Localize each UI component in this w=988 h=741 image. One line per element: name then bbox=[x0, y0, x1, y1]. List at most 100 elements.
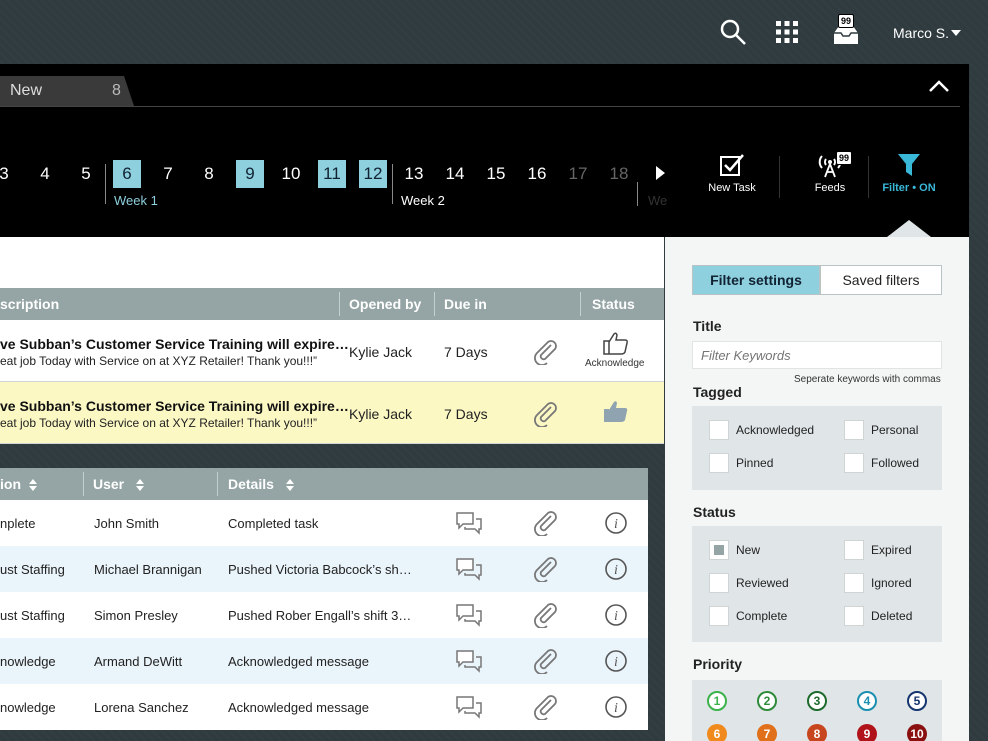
chevron-up-icon[interactable] bbox=[928, 78, 950, 94]
priority-4-toggle[interactable]: 4 bbox=[857, 691, 877, 711]
paperclip-icon[interactable] bbox=[531, 399, 559, 427]
calendar-day[interactable]: 14 bbox=[441, 160, 469, 188]
search-icon[interactable] bbox=[718, 17, 748, 47]
status-label: Ignored bbox=[871, 576, 912, 590]
col-user-label: User bbox=[93, 476, 125, 492]
priority-9-toggle[interactable]: 9 bbox=[857, 724, 877, 741]
col-description[interactable]: scription bbox=[0, 296, 59, 312]
calendar-day[interactable]: 11 bbox=[318, 160, 346, 188]
comments-icon[interactable] bbox=[455, 694, 483, 720]
priority-1-toggle[interactable]: 1 bbox=[707, 691, 727, 711]
calendar-day[interactable]: 9 bbox=[236, 160, 264, 188]
paperclip-icon[interactable] bbox=[531, 554, 559, 582]
week-2-label: Week 2 bbox=[401, 193, 445, 208]
calendar-day[interactable]: 4 bbox=[31, 160, 59, 188]
tab-filter-settings[interactable]: Filter settings bbox=[692, 265, 820, 295]
calendar-day[interactable]: 10 bbox=[277, 160, 305, 188]
tab-saved-filters[interactable]: Saved filters bbox=[820, 265, 942, 295]
sort-icon[interactable] bbox=[29, 479, 37, 492]
col-due-in[interactable]: Due in bbox=[444, 296, 487, 312]
col-status[interactable]: Status bbox=[592, 296, 635, 312]
status-label: New bbox=[736, 543, 761, 557]
calendar-day[interactable]: 17 bbox=[564, 160, 592, 188]
calendar-day[interactable]: 3 bbox=[0, 160, 18, 188]
priority-7-toggle[interactable]: 7 bbox=[757, 724, 777, 741]
paperclip-icon[interactable] bbox=[531, 337, 559, 365]
info-icon[interactable]: i bbox=[604, 603, 628, 627]
acknowledge-label: Acknowledge bbox=[585, 358, 645, 369]
col-action[interactable]: ion bbox=[0, 476, 37, 492]
activity-row[interactable]: nowledge Armand DeWitt Acknowledged messag… bbox=[0, 638, 648, 684]
task-row[interactable]: ve Subban’s Customer Service Training wi… bbox=[0, 320, 664, 382]
thumbs-up-filled-icon[interactable] bbox=[602, 398, 630, 424]
calendar-day[interactable]: 5 bbox=[72, 160, 100, 188]
filter-button[interactable]: Filter • ON bbox=[880, 152, 938, 194]
comments-icon[interactable] bbox=[455, 510, 483, 536]
info-icon[interactable]: i bbox=[604, 649, 628, 673]
activity-row[interactable]: nplete John Smith Completed task i bbox=[0, 500, 648, 546]
chevron-down-icon[interactable] bbox=[951, 30, 961, 36]
tasks-table-header: scription Opened by Due in Status bbox=[0, 288, 664, 320]
priority-3-toggle[interactable]: 3 bbox=[807, 691, 827, 711]
filter-funnel-icon bbox=[898, 154, 920, 176]
task-row[interactable]: ve Subban’s Customer Service Training wi… bbox=[0, 382, 664, 444]
info-icon[interactable]: i bbox=[604, 695, 628, 719]
status-checkbox[interactable] bbox=[709, 540, 729, 560]
calendar-day[interactable]: 18 bbox=[605, 160, 633, 188]
tagged-checkbox[interactable] bbox=[844, 420, 864, 440]
thumbs-up-icon[interactable] bbox=[602, 330, 630, 356]
calendar-day[interactable]: 8 bbox=[195, 160, 223, 188]
calendar-day[interactable]: 7 bbox=[154, 160, 182, 188]
paperclip-icon[interactable] bbox=[531, 508, 559, 536]
activity-row[interactable]: nowledge Lorena Sanchez Acknowledged messa… bbox=[0, 684, 648, 730]
calendar-day[interactable]: 16 bbox=[523, 160, 551, 188]
activity-action: nowledge bbox=[0, 700, 56, 715]
tagged-label: Followed bbox=[871, 456, 920, 470]
col-user[interactable]: User bbox=[93, 476, 145, 492]
tab-new[interactable]: New 8 bbox=[0, 76, 134, 106]
new-task-button[interactable]: New Task bbox=[704, 152, 760, 194]
apps-grid-icon[interactable] bbox=[772, 17, 802, 47]
paperclip-icon[interactable] bbox=[531, 692, 559, 720]
status-checkbox[interactable] bbox=[844, 540, 864, 560]
tagged-checkbox[interactable] bbox=[709, 420, 729, 440]
calendar-day[interactable]: 15 bbox=[482, 160, 510, 188]
priority-2-toggle[interactable]: 2 bbox=[757, 691, 777, 711]
calendar-day[interactable]: 12 bbox=[359, 160, 387, 188]
priority-box: 1 2 3 4 5 6 7 8 9 10 bbox=[692, 680, 942, 741]
user-menu[interactable]: Marco S. bbox=[893, 25, 949, 41]
info-icon[interactable]: i bbox=[604, 511, 628, 535]
sort-icon[interactable] bbox=[285, 479, 294, 492]
calendar-day[interactable]: 13 bbox=[400, 160, 428, 188]
status-checkbox[interactable] bbox=[844, 606, 864, 626]
info-icon[interactable]: i bbox=[604, 557, 628, 581]
comments-icon[interactable] bbox=[455, 602, 483, 628]
tab-new-label: New bbox=[10, 82, 43, 99]
status-checkbox[interactable] bbox=[844, 573, 864, 593]
status-checkbox[interactable] bbox=[709, 606, 729, 626]
activity-row[interactable]: ust Staffing Michael Brannigan Pushed Vict… bbox=[0, 546, 648, 592]
priority-10-toggle[interactable]: 10 bbox=[907, 724, 927, 741]
checkbox-icon bbox=[720, 154, 744, 176]
priority-6-toggle[interactable]: 6 bbox=[707, 724, 727, 741]
tagged-checkbox[interactable] bbox=[709, 453, 729, 473]
status-label: Complete bbox=[736, 609, 788, 623]
status-checkbox[interactable] bbox=[709, 573, 729, 593]
paperclip-icon[interactable] bbox=[531, 646, 559, 674]
col-divider bbox=[83, 472, 84, 496]
activity-row[interactable]: ust Staffing Simon Presley Pushed Rober En… bbox=[0, 592, 648, 638]
sort-icon[interactable] bbox=[136, 479, 145, 492]
keywords-field[interactable] bbox=[692, 341, 942, 369]
col-opened-by[interactable]: Opened by bbox=[349, 296, 421, 312]
paperclip-icon[interactable] bbox=[531, 600, 559, 628]
task-due: 7 Days bbox=[444, 344, 488, 360]
next-arrow-icon[interactable] bbox=[656, 166, 665, 180]
calendar-day[interactable]: 6 bbox=[113, 160, 141, 188]
tagged-checkbox[interactable] bbox=[844, 453, 864, 473]
col-details[interactable]: Details bbox=[228, 476, 294, 492]
comments-icon[interactable] bbox=[455, 556, 483, 582]
keywords-input[interactable] bbox=[693, 342, 941, 368]
priority-8-toggle[interactable]: 8 bbox=[807, 724, 827, 741]
priority-5-toggle[interactable]: 5 bbox=[907, 691, 927, 711]
comments-icon[interactable] bbox=[455, 648, 483, 674]
